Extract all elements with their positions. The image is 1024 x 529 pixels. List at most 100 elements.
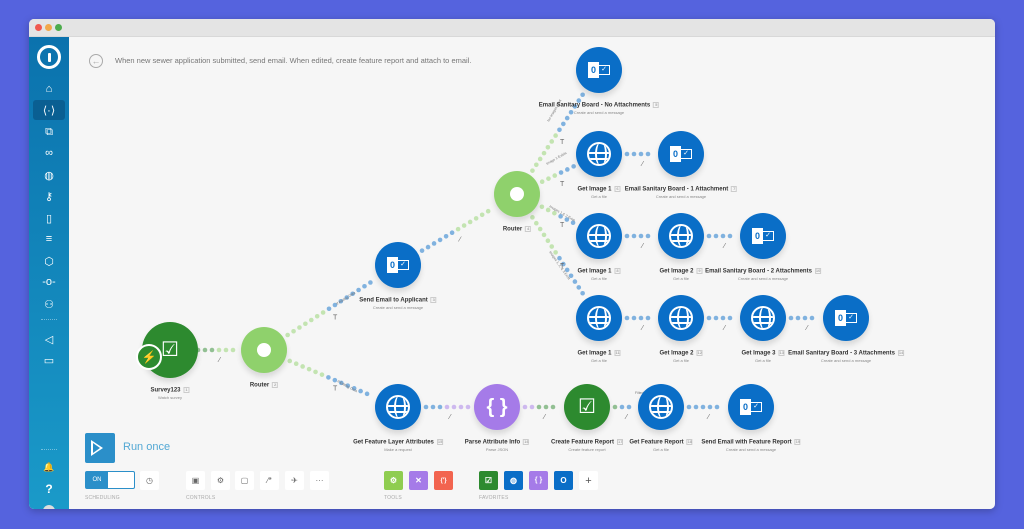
scheduling-toggle[interactable]: ON — [85, 471, 135, 489]
schedule-settings-button[interactable]: ◷ — [140, 471, 159, 490]
notes-button[interactable]: ▢ — [235, 471, 254, 490]
sidebar-item-webhooks[interactable]: ◍ — [33, 165, 65, 185]
link-settings-icon[interactable]: T — [333, 386, 338, 393]
notifications-button[interactable]: 🔔 — [33, 457, 65, 477]
run-once-button[interactable] — [85, 433, 115, 463]
module-b3-img1[interactable] — [570, 295, 628, 341]
module-id-badge: 5 — [653, 102, 660, 108]
module-parse[interactable]: { } — [468, 384, 526, 430]
link-dot — [645, 315, 651, 321]
profile-button[interactable] — [33, 501, 65, 509]
module-b2-img2[interactable] — [652, 213, 710, 259]
scenario-canvas[interactable]: ← When new sewer application submitted, … — [69, 37, 995, 509]
globe-icon — [669, 306, 693, 330]
make-logo-icon[interactable] — [37, 45, 61, 69]
sidebar: ⌂ ⟨·⟩ ⧉ ∞ ◍ ⚷ ▯ ≡ ⬡ -o- ⚇ ◁ ▭ 🔔 ? — [29, 37, 69, 509]
link-dot — [461, 223, 467, 228]
module-id-badge: 11 — [614, 350, 621, 356]
tool-flow-control[interactable]: ⚙ — [384, 471, 403, 490]
trigger-bolt-icon: ⚡ — [136, 344, 162, 370]
link-dot — [706, 233, 712, 239]
module-email-3-att[interactable]: 0 ✓ — [817, 295, 875, 341]
favorite-survey123[interactable]: ☑ — [479, 471, 498, 490]
link-settings-icon[interactable]: ⁄ — [805, 325, 810, 332]
more-button[interactable]: ··· — [310, 471, 329, 490]
module-email-1-att[interactable]: 0 ✓ — [652, 131, 710, 177]
favorite-http[interactable]: ◍ — [504, 471, 523, 490]
link-settings-icon[interactable]: T — [560, 139, 565, 146]
module-label: Email Sanitary Board - 2 Attachments 10 — [705, 268, 821, 275]
outlook-icon: 0 ✓ — [588, 60, 610, 80]
link-settings-icon[interactable]: ⁄ — [722, 325, 727, 332]
link-dot — [223, 347, 229, 353]
module-create-report[interactable]: ☑ — [558, 384, 616, 430]
link-settings-icon[interactable]: T — [560, 181, 565, 188]
sidebar-item-keys[interactable]: ⚷ — [33, 186, 65, 206]
sidebar-item-team[interactable]: ⚇ — [33, 294, 65, 314]
sidebar-item-feedback[interactable]: ▭ — [33, 350, 65, 370]
close-window-button[interactable] — [35, 24, 42, 31]
globe-icon — [587, 224, 611, 248]
maximize-window-button[interactable] — [55, 24, 62, 31]
link-dot — [624, 315, 630, 321]
module-description: Get a file — [590, 194, 608, 199]
link-dot — [624, 233, 630, 239]
clock-icon: ◷ — [146, 476, 153, 485]
sidebar-item-data-structures[interactable]: ⬡ — [33, 251, 65, 271]
sidebar-item-templates[interactable]: ⧉ — [33, 122, 65, 142]
link-settings-icon[interactable]: ⁄ — [640, 243, 645, 250]
module-get-report[interactable] — [632, 384, 690, 430]
link-settings-icon[interactable]: ⁄ — [542, 414, 547, 421]
controls-label: CONTROLS — [186, 495, 216, 501]
explain-flow-button[interactable]: ✈ — [285, 471, 304, 490]
module-email-2-att[interactable]: 0 ✓ — [734, 213, 792, 259]
sidebar-item-announcements[interactable]: ◁ — [33, 329, 65, 349]
sidebar-item-connections[interactable]: ∞ — [33, 143, 65, 163]
link-settings-icon[interactable]: ⁄ — [448, 414, 453, 421]
module-b3-img2[interactable] — [652, 295, 710, 341]
tool-tools[interactable]: ✕ — [409, 471, 428, 490]
sidebar-item-scenarios[interactable]: ⟨·⟩ — [33, 100, 65, 120]
link-settings-icon[interactable]: ⁄ — [640, 161, 645, 168]
sidebar-item-flow-control[interactable]: -o- — [33, 272, 65, 292]
link-settings-icon[interactable]: ⁄ — [458, 237, 463, 244]
run-once-label[interactable]: Run once — [123, 441, 170, 453]
sidebar-item-data-stores[interactable]: ≡ — [33, 229, 65, 249]
favorite-outlook[interactable]: O — [554, 471, 573, 490]
add-favorite-button[interactable]: + — [579, 471, 598, 490]
link-dot — [443, 234, 449, 239]
link-settings-icon[interactable]: ⁄ — [706, 414, 711, 421]
help-button[interactable]: ? — [33, 479, 65, 499]
module-router1[interactable] — [235, 327, 293, 373]
link-settings-icon[interactable]: T — [560, 222, 565, 229]
link-dot — [795, 315, 801, 321]
link-dot — [638, 233, 644, 239]
sidebar-item-devices[interactable]: ▯ — [33, 208, 65, 228]
link-settings-icon[interactable]: T — [333, 315, 338, 322]
module-email-no-att[interactable]: 0 ✓ — [570, 47, 628, 93]
sidebar-item-home[interactable]: ⌂ — [33, 79, 65, 99]
link-dot — [209, 347, 215, 353]
favorite-json[interactable]: { } — [529, 471, 548, 490]
module-survey[interactable]: ☑ ⚡ — [136, 322, 204, 378]
module-id-badge: 8 — [614, 268, 621, 274]
auto-align-button[interactable]: ⁄* — [260, 471, 279, 490]
link-dot — [707, 404, 713, 410]
bottom-toolbar: Run once ON ◷ SCHEDULING ▣ ⚙ ▢ ⁄* ✈ ··· … — [69, 429, 995, 509]
link-settings-icon[interactable]: ⁄ — [722, 243, 727, 250]
link-settings-icon[interactable]: ⁄ — [217, 357, 222, 364]
save-button[interactable]: ▣ — [186, 471, 205, 490]
module-b2-img1[interactable] — [570, 213, 628, 259]
module-b3-img3[interactable] — [734, 295, 792, 341]
module-send-applicant[interactable]: 0 ✓ — [369, 242, 427, 288]
module-send-report[interactable]: 0 ✓ — [722, 384, 780, 430]
settings-button[interactable]: ⚙ — [211, 471, 230, 490]
mobile-icon: ▯ — [45, 212, 53, 225]
module-router2[interactable] — [488, 171, 546, 217]
link-settings-icon[interactable]: ⁄ — [624, 414, 629, 421]
tool-text-parser[interactable]: {'} — [434, 471, 453, 490]
module-b1-img1[interactable] — [570, 131, 628, 177]
link-settings-icon[interactable]: ⁄ — [640, 325, 645, 332]
module-get-attrs[interactable] — [369, 384, 427, 430]
minimize-window-button[interactable] — [45, 24, 52, 31]
